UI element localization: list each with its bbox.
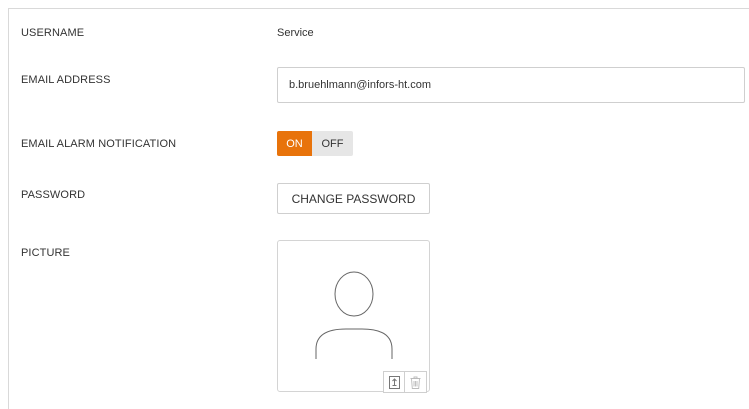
profile-picture-box	[277, 240, 430, 393]
email-alarm-label: EMAIL ALARM NOTIFICATION	[21, 138, 177, 150]
password-label: PASSWORD	[21, 189, 86, 201]
delete-picture-button[interactable]	[405, 371, 427, 393]
email-label: EMAIL ADDRESS	[21, 74, 111, 86]
username-value: Service	[277, 27, 314, 39]
toggle-on-option[interactable]: ON	[277, 131, 312, 156]
change-password-button[interactable]: CHANGE PASSWORD	[277, 183, 430, 214]
user-silhouette-icon	[315, 271, 393, 359]
trash-icon	[410, 376, 421, 389]
toggle-off-option[interactable]: OFF	[312, 131, 353, 156]
email-alarm-toggle[interactable]: ON OFF	[277, 131, 353, 156]
username-label: USERNAME	[21, 27, 85, 39]
email-field[interactable]	[277, 67, 745, 103]
picture-label: PICTURE	[21, 247, 70, 259]
upload-file-icon	[388, 375, 400, 389]
upload-picture-button[interactable]	[383, 371, 405, 393]
